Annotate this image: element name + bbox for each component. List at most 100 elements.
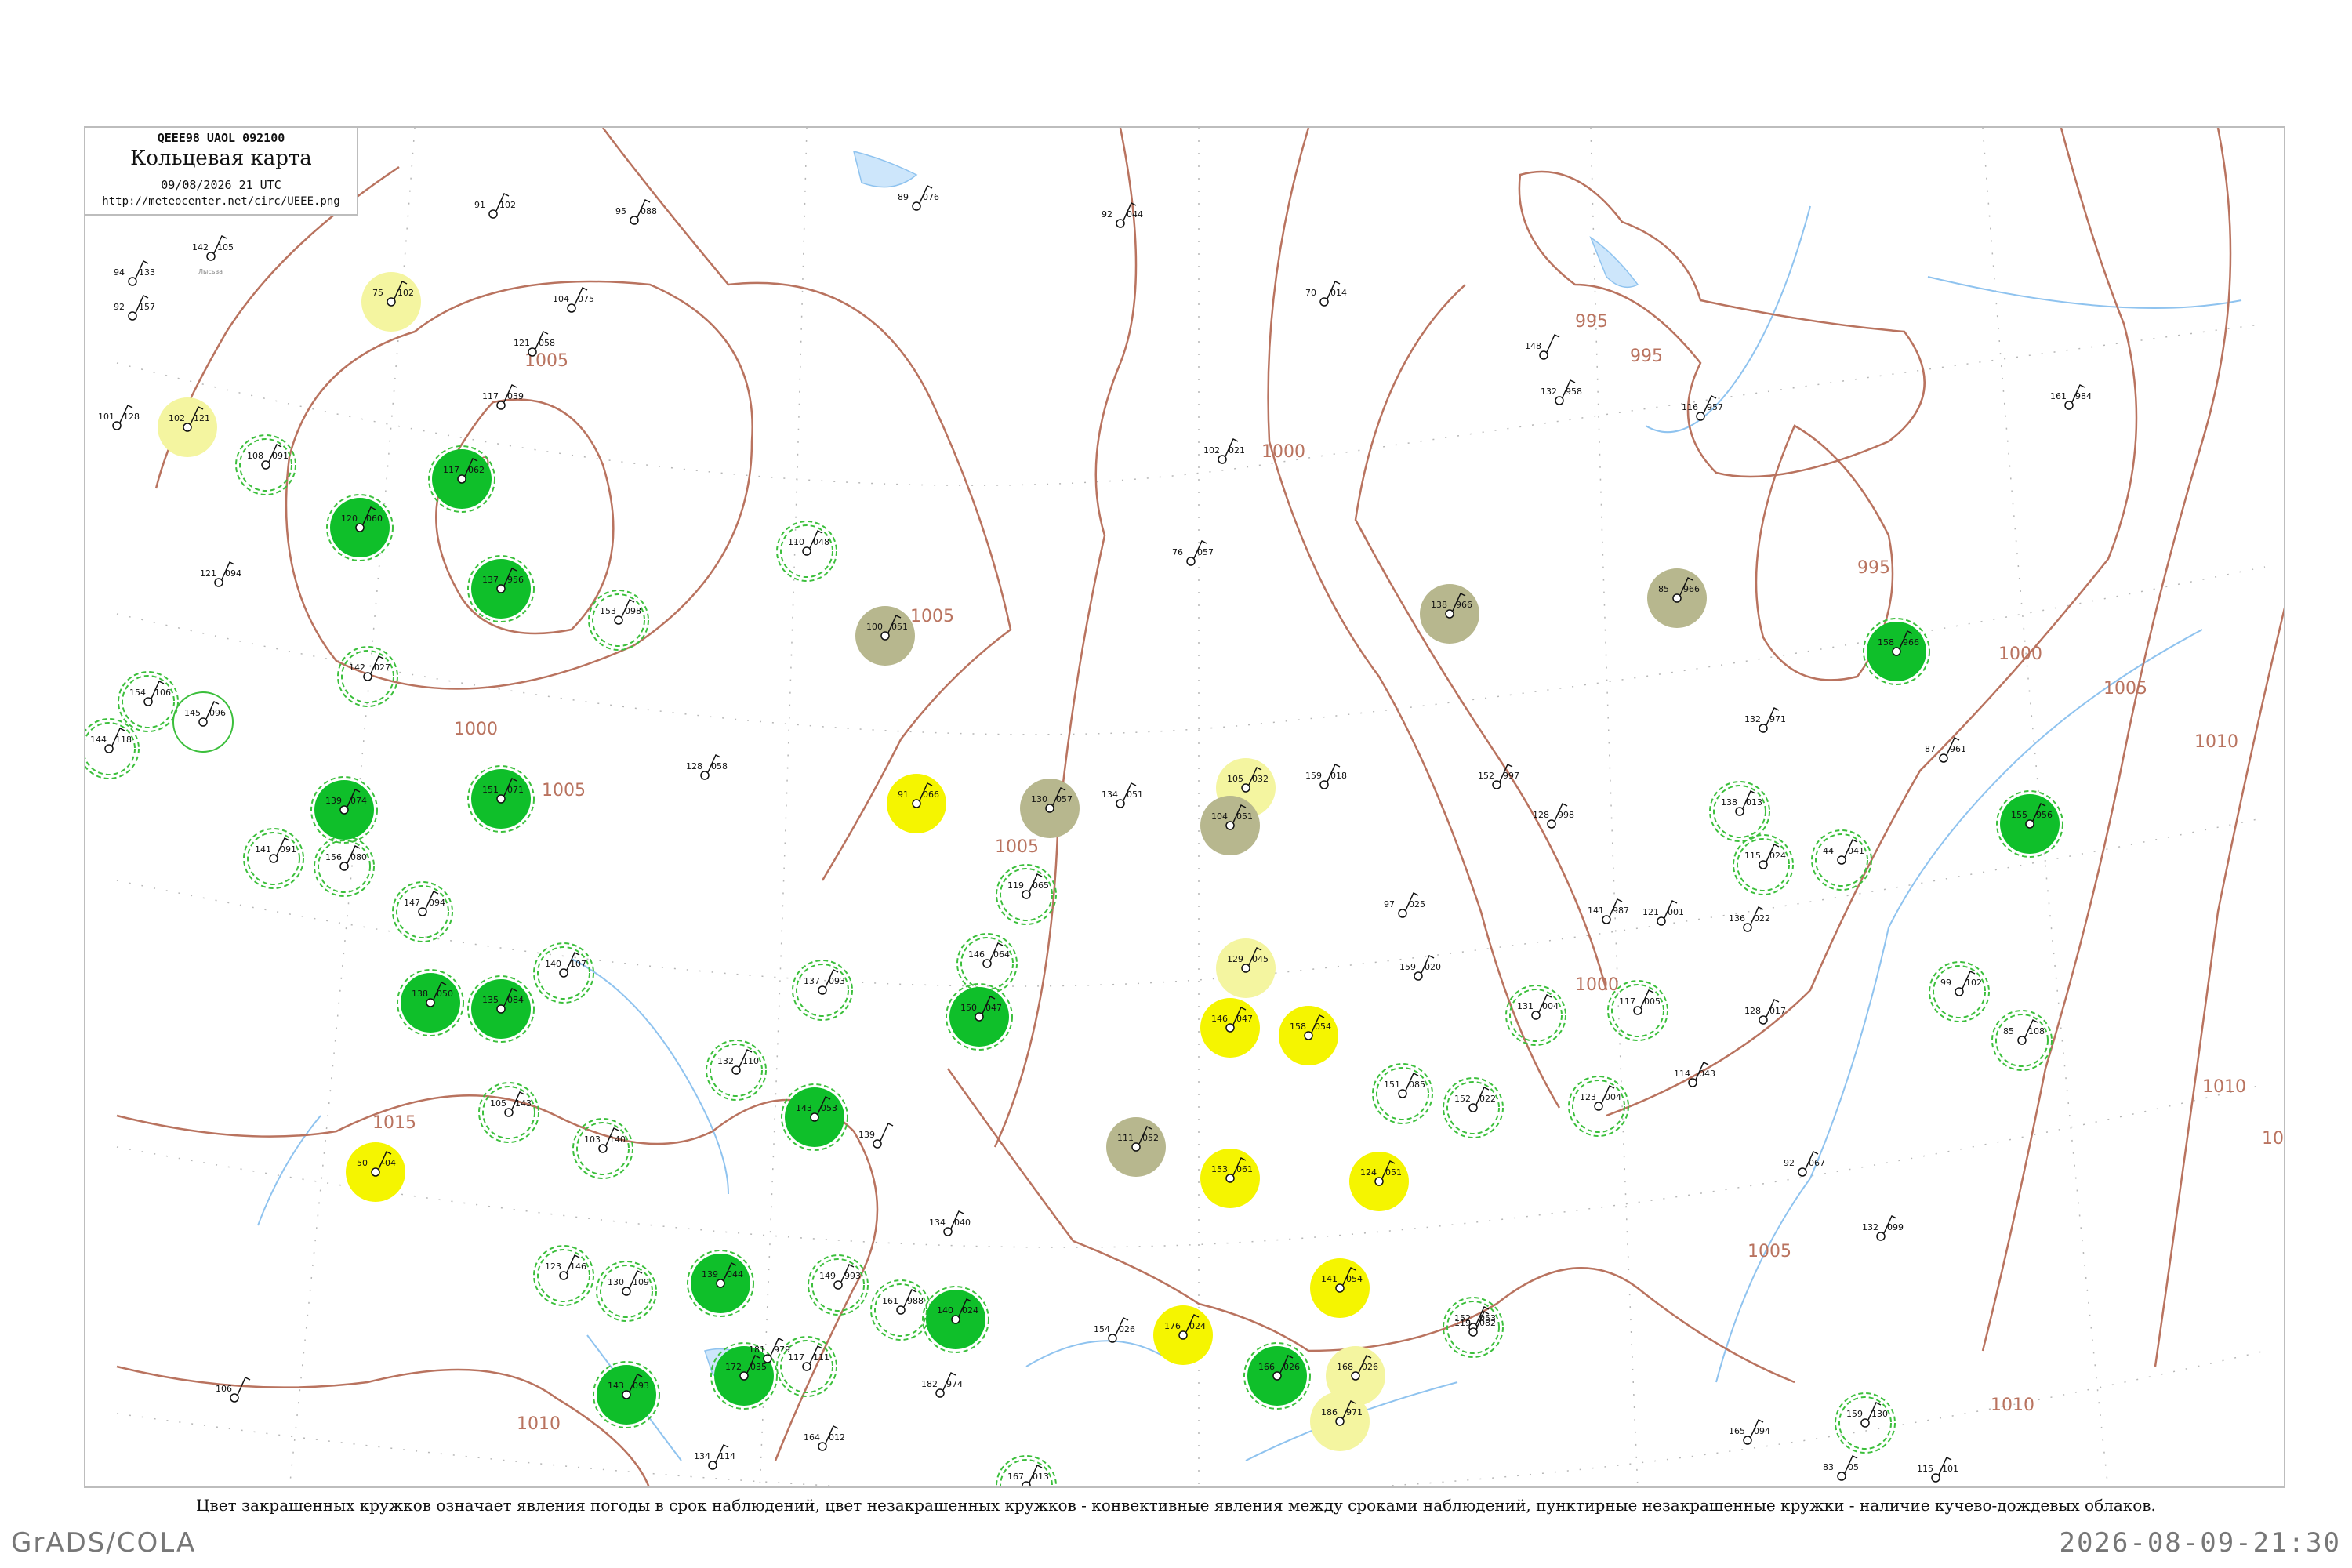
cloud-cover-icon [1531, 1011, 1541, 1020]
station-pressure: 966 [1683, 584, 1700, 594]
station-temperature: 104 [553, 294, 569, 304]
station-plot: 149 993 [808, 1254, 869, 1316]
station-temperature: 119 [1454, 1318, 1471, 1328]
station-pressure: 052 [1142, 1133, 1159, 1143]
isobar-label: 1000 [1261, 442, 1305, 462]
station-temperature: 159 [1399, 962, 1416, 972]
cloud-cover-icon [2017, 1036, 2027, 1045]
station-plot: 115 024 [1733, 834, 1794, 895]
station-pressure: 032 [1252, 774, 1269, 784]
station-temperature: 102 [169, 413, 185, 423]
station-plot: 143 053 [781, 1083, 848, 1151]
cloud-cover-icon [1492, 780, 1501, 789]
station-temperature: 95 [615, 206, 626, 216]
station-temperature: 166 [1258, 1362, 1275, 1372]
station-temperature: 117 [788, 1352, 804, 1363]
station-plot: 91 066 [887, 774, 946, 833]
station-pressure: 094 [429, 898, 445, 908]
cloud-cover-icon [1225, 1023, 1235, 1033]
station-temperature: 103 [584, 1134, 601, 1145]
cloud-cover-icon [802, 1362, 811, 1371]
station-pressure: 093 [633, 1381, 649, 1391]
cloud-cover-icon [112, 421, 122, 430]
station-pressure: 099 [1887, 1222, 1904, 1232]
station-plot: 129 045 [1216, 938, 1276, 998]
station-pressure: 05 [1848, 1462, 1859, 1472]
cloud-cover-icon [975, 1012, 984, 1022]
station-plot: 153 061 [1200, 1149, 1260, 1208]
cloud-cover-icon [1304, 1031, 1313, 1040]
station-pressure: 971 [1346, 1407, 1363, 1417]
station-temperature: 128 [1744, 1006, 1761, 1016]
cloud-cover-icon [1116, 219, 1125, 228]
station-plot: 95 088 [615, 198, 657, 225]
station-temperature: 151 [482, 785, 499, 795]
station-pressure: 143 [515, 1098, 532, 1109]
station-temperature: 105 [490, 1098, 506, 1109]
station-plot: 154 026 [1094, 1316, 1135, 1343]
station-pressure: 013 [1033, 1472, 1049, 1482]
station-pressure: 074 [350, 796, 367, 806]
station-pressure: -04 [382, 1158, 396, 1168]
station-pressure: 958 [1566, 387, 1582, 397]
cloud-cover-icon [214, 578, 223, 587]
station-temperature: 158 [1290, 1022, 1306, 1032]
station-temperature: 134 [694, 1451, 710, 1461]
station-temperature: 123 [1580, 1092, 1596, 1102]
station-plot: 44 041 [1811, 829, 1872, 891]
map-date: 09/08/2026 21 UTC [161, 178, 281, 192]
station-temperature: 123 [545, 1261, 561, 1272]
station-temperature: 152 [1478, 771, 1494, 781]
station-temperature: 138 [1721, 797, 1737, 808]
isobar-label: 1005 [542, 781, 586, 800]
station-plot: 139 074 [310, 776, 378, 844]
station-plot: 75 102 [361, 272, 421, 332]
station-plot: 164 012 [804, 1425, 845, 1451]
isobar-label: 1000 [1998, 644, 2042, 664]
cloud-cover-icon [269, 854, 278, 863]
station-temperature: 135 [482, 995, 499, 1005]
station-temperature: 176 [1164, 1321, 1181, 1331]
station-pressure: 012 [829, 1432, 845, 1443]
station-temperature: 143 [796, 1103, 812, 1113]
render-timestamp: 2026-08-09-21:30 [2059, 1527, 2341, 1559]
cloud-cover-icon [896, 1305, 906, 1315]
station-plot: 161 984 [2050, 383, 2092, 410]
cloud-cover-icon [104, 744, 114, 753]
station-plot: 128 058 [686, 753, 728, 780]
cloud-cover-icon [912, 201, 921, 211]
station-temperature: 161 [2050, 391, 2067, 401]
map-url[interactable]: http://meteocenter.net/circ/UEEE.png [85, 195, 357, 208]
station-plot: 159 020 [1399, 954, 1441, 981]
cloud-cover-icon [128, 311, 137, 321]
station-temperature: 89 [898, 192, 909, 202]
station-temperature: 121 [1642, 907, 1659, 917]
cloud-cover-icon [982, 959, 992, 968]
cloud-cover-icon [1022, 1481, 1031, 1486]
isobar-label: 1010 [517, 1414, 561, 1434]
station-temperature: 106 [216, 1384, 232, 1394]
station-temperature: 141 [1588, 906, 1604, 916]
station-pressure: 971 [1769, 714, 1786, 724]
station-temperature: 111 [1117, 1133, 1134, 1143]
station-plot: 85 966 [1647, 568, 1707, 628]
cloud-cover-icon [1045, 804, 1054, 813]
station-plot: 146 047 [1200, 998, 1260, 1058]
station-temperature: 115 [1744, 851, 1761, 861]
station-temperature: 168 [1337, 1362, 1353, 1372]
station-temperature: 145 [184, 708, 201, 718]
station-pressure: 111 [813, 1352, 829, 1363]
cloud-cover-icon [504, 1108, 514, 1117]
station-pressure: 118 [115, 735, 132, 745]
cloud-cover-icon [1319, 297, 1329, 307]
station-plot: 92 157 [114, 294, 155, 321]
station-temperature: 75 [372, 288, 383, 298]
station-plot: 138 013 [1709, 781, 1770, 842]
isobar-label: 101 [2262, 1129, 2285, 1149]
station-pressure: 018 [1330, 771, 1347, 781]
station-temperature: 146 [968, 949, 985, 960]
station-plot: 137 093 [792, 960, 853, 1021]
cloud-cover-icon [183, 423, 192, 432]
station-plot: 176 024 [1153, 1305, 1213, 1365]
cloud-cover-icon [2064, 401, 2074, 410]
